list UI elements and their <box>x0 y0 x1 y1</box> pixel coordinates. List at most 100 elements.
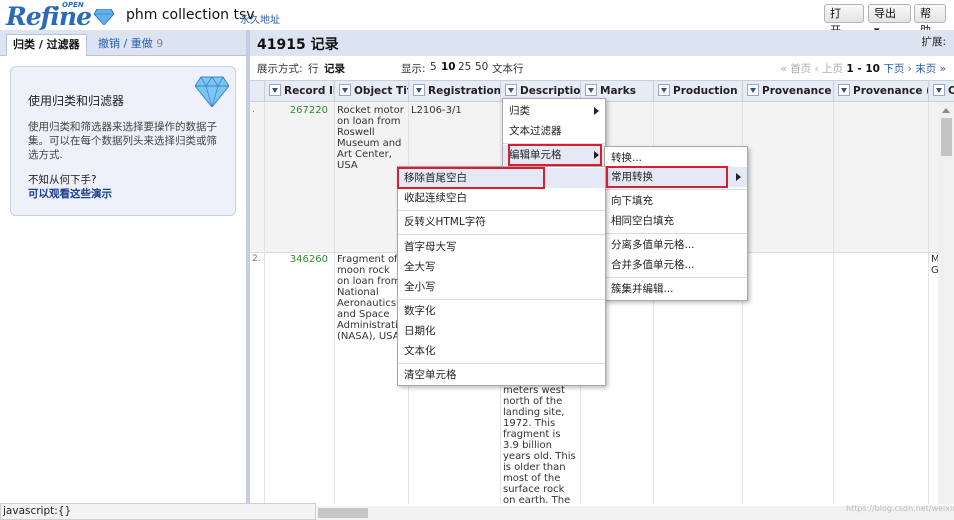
column-record-id[interactable]: Record ID <box>264 81 334 102</box>
help-question: 不知从何下手? <box>28 174 97 186</box>
menu-item-text-filter[interactable]: 文本过滤器 <box>503 121 605 141</box>
summary-bar: 41915 记录 扩展: <box>250 30 954 56</box>
pager-last[interactable]: 末页 » <box>915 63 946 75</box>
column-dropdown-icon[interactable] <box>838 84 850 96</box>
page-size-10: 10 <box>441 61 456 73</box>
pager: « 首页 ‹ 上页 1 - 10 下页 › 末页 » <box>780 61 946 76</box>
page-size-50[interactable]: 50 <box>475 61 488 73</box>
column-divider <box>928 102 929 504</box>
pager-first: « 首页 <box>780 63 812 75</box>
show-mode-label: 展示方式: <box>257 63 303 75</box>
row-index: . <box>252 105 255 115</box>
cell-record-id[interactable]: 267220 <box>264 105 330 116</box>
column-production-date[interactable]: Production Date <box>653 81 742 102</box>
scroll-up-icon[interactable] <box>942 108 950 113</box>
help-button[interactable]: 帮助 <box>914 4 946 37</box>
column-dropdown-icon[interactable] <box>658 84 670 96</box>
menu-item-label: 归类 <box>509 105 530 117</box>
pager-next[interactable]: 下页 › <box>883 63 912 75</box>
column-label: Object Title <box>354 85 408 97</box>
menu-divider <box>605 189 747 190</box>
menu-item-blank-out[interactable]: 清空单元格 <box>398 365 605 385</box>
menu-item-to-date[interactable]: 日期化 <box>398 321 605 341</box>
menu-item-unescape-html[interactable]: 反转义HTML字符 <box>398 212 605 232</box>
permalink-link[interactable]: 永久地址 <box>240 11 280 26</box>
cell-description[interactable]: meters west north of the landing site, 1… <box>501 385 579 504</box>
extensions-label[interactable]: 扩展: <box>921 34 946 49</box>
cell-object-title[interactable]: Rocket motor on loan from Roswell Museum… <box>335 105 407 171</box>
help-demo-link[interactable]: 可以观看这些演示 <box>28 186 112 201</box>
menu-item-transform[interactable]: 转换... <box>605 148 747 168</box>
diamond-icon <box>195 76 229 107</box>
mode-rows-link[interactable]: 行 <box>308 61 319 76</box>
menu-item-lowercase[interactable]: 全小写 <box>398 277 605 297</box>
cell-record-id[interactable]: 346260 <box>264 254 330 265</box>
view-bar: 展示方式: 行 记录 显示: 5 10 25 50 文本行 « 首页 ‹ 上页 … <box>250 56 954 80</box>
column-dropdown-icon[interactable] <box>585 84 597 96</box>
export-button[interactable]: 导出 ▾ <box>868 4 911 37</box>
column-label: Marks <box>600 85 636 97</box>
cell-registration[interactable]: L2106-3/1 <box>409 105 499 116</box>
tab-undo-redo[interactable]: 撤销 / 重做 9 <box>92 34 169 56</box>
column-label: Ca <box>948 85 954 97</box>
menu-item-join-cells[interactable]: 合并多值单元格... <box>605 255 747 275</box>
scroll-thumb[interactable] <box>941 118 952 156</box>
open-button[interactable]: 打开... <box>824 4 864 37</box>
watermark: https://blog.csdn.net/weixin_4 <box>846 504 954 513</box>
column-object-title[interactable]: Object Title <box>334 81 408 102</box>
column-dropdown-icon[interactable] <box>339 84 351 96</box>
column-category[interactable]: Ca <box>928 81 954 102</box>
column-label: Registration Nur <box>428 85 500 97</box>
menu-divider <box>398 363 605 364</box>
help-description: 使用归类和筛选器来选择要操作的数据子集。可以在每个数据列头来选择归类或筛选方式. <box>28 121 217 161</box>
vertical-scrollbar[interactable] <box>938 102 954 504</box>
header: Refine OPEN phm collection tsv 永久地址 打开..… <box>0 0 954 37</box>
menu-item-facet[interactable]: 归类 <box>503 101 605 121</box>
column-registration-number[interactable]: Registration Nur <box>408 81 500 102</box>
page-size-25[interactable]: 25 <box>458 61 471 73</box>
menu-item-titlecase[interactable]: 首字母大写 <box>398 237 605 257</box>
menu-divider <box>398 210 605 211</box>
diamond-icon <box>94 9 114 25</box>
column-dropdown-icon[interactable] <box>505 84 517 96</box>
highlight-box <box>397 167 545 189</box>
menu-item-split-cells[interactable]: 分离多值单元格... <box>605 235 747 255</box>
tab-facet-filter[interactable]: 归类 / 过滤器 <box>6 34 87 56</box>
column-label: Description. <box>520 85 580 97</box>
menu-divider <box>398 234 605 235</box>
highlight-box <box>508 144 602 166</box>
logo-open-label: OPEN <box>62 1 84 9</box>
record-count: 41915 记录 <box>257 34 339 54</box>
tab-undo-redo-label: 撤销 / 重做 <box>98 37 153 50</box>
pager-range: 1 - 10 <box>846 63 880 75</box>
project-title[interactable]: phm collection tsv <box>126 7 255 23</box>
common-transforms-submenu: 移除首尾空白 收起连续空白 反转义HTML字符 首字母大写 全大写 全小写 数字… <box>397 166 606 386</box>
column-dropdown-icon[interactable] <box>269 84 281 96</box>
page-size-5[interactable]: 5 <box>430 61 437 73</box>
column-provenance-production[interactable]: Provenance (Pro <box>742 81 833 102</box>
menu-item-fill-down[interactable]: 向下填充 <box>605 191 747 211</box>
column-dropdown-icon[interactable] <box>747 84 759 96</box>
column-dropdown-icon[interactable] <box>933 84 945 96</box>
menu-divider <box>398 299 605 300</box>
column-divider <box>833 102 834 504</box>
menu-item-cluster-edit[interactable]: 簇集并编辑... <box>605 279 747 299</box>
show-count-label: 显示: <box>401 63 426 75</box>
column-label: Provenance (His <box>853 85 928 97</box>
menu-item-collapse-whitespace[interactable]: 收起连续空白 <box>398 188 605 208</box>
menu-item-to-number[interactable]: 数字化 <box>398 301 605 321</box>
column-label: Production Date <box>673 85 742 97</box>
menu-divider <box>605 277 747 278</box>
menu-item-blank-down[interactable]: 相同空白填充 <box>605 211 747 231</box>
scroll-thumb[interactable] <box>318 508 368 518</box>
menu-item-to-text[interactable]: 文本化 <box>398 341 605 361</box>
status-bar: javascript:{} <box>0 503 316 520</box>
openrefine-logo[interactable]: Refine OPEN <box>6 1 116 31</box>
column-provenance-history[interactable]: Provenance (His <box>833 81 928 102</box>
pager-prev: ‹ 上页 <box>814 63 844 75</box>
column-dropdown-icon[interactable] <box>413 84 425 96</box>
record-count-number: 41915 <box>257 37 306 53</box>
help-title: 使用归类和归滤器 <box>28 94 125 108</box>
menu-item-uppercase[interactable]: 全大写 <box>398 257 605 277</box>
menu-divider <box>605 233 747 234</box>
